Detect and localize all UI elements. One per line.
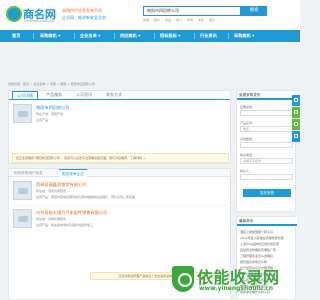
news-list-item[interactable]: 2021年度小区物业管理收费标准 (240, 236, 295, 240)
related-company-location: 所在地：河南省南阳市 (36, 189, 67, 193)
watermark: 依能收录网 www.yinengshoulu.cn (172, 262, 300, 300)
nav-item-news[interactable]: 行业资讯 (200, 30, 217, 42)
company-logo-image (13, 104, 32, 123)
hot-link[interactable]: 营销 (143, 18, 149, 22)
tab-related-competitors[interactable]: 相关竞争企业 (59, 169, 87, 177)
search-input[interactable]: 南阳市四回转公司 (143, 6, 241, 16)
logo-icon[interactable] (6, 6, 22, 22)
nav-item-supply[interactable]: 供应商机 ▾ (120, 30, 140, 42)
purchase-form-title: 免费采购发布 (237, 91, 297, 100)
news-list-title: 最新资讯 (237, 217, 297, 226)
nav-divider (33, 33, 34, 39)
related-company-products: 主营产品：机车各类零件及铺外线配件加工 (36, 223, 94, 227)
related-company-products: 主营产品：南阳市西峡县钢带类及钢材等各种商品销售，预计达到三家店铺 (36, 195, 136, 199)
back-to-top-icon[interactable] (292, 131, 300, 142)
related-company-name[interactable]: 内乡县裕丰通力汽车配件销售有限公司 (36, 210, 107, 216)
quantity-input[interactable] (240, 142, 293, 148)
tab-products[interactable]: 产品服务 (42, 91, 66, 99)
chat-icon[interactable] (292, 107, 300, 118)
share-icon[interactable] (292, 95, 300, 106)
phone-icon[interactable] (292, 119, 300, 130)
nav-item-bidding[interactable]: 招标投标 ▾ (160, 30, 180, 42)
logo-subtitle: SHANGMINGWANG.COM (24, 20, 55, 23)
row-divider (13, 205, 227, 206)
nav-item-purchase-2[interactable]: 采购商机 ▾ (234, 30, 254, 42)
hot-link[interactable]: 商品 (165, 18, 171, 22)
company-products: 主营产品： (36, 118, 52, 122)
nav-divider (114, 33, 115, 39)
main-nav: 首页 采购商机 ▾ 企业名单 ▾ 供应商机 ▾ 招标投标 ▾ 行业资讯 采购商机… (0, 30, 300, 42)
news-list-item[interactable]: 酒店火锅加盟哪个牌子好 (240, 230, 295, 234)
company-name[interactable]: 南阳市四回转公司 (36, 105, 70, 111)
nav-item-purchase[interactable]: 采购商机 ▾ (40, 30, 60, 42)
nav-divider (228, 33, 229, 39)
slogan-line-1: 采购供产信息发布平台 (62, 8, 102, 13)
nav-divider (74, 33, 75, 39)
tab-contact[interactable]: 联系方式 (102, 91, 126, 99)
hot-link[interactable]: 提示 (209, 18, 215, 22)
product-input[interactable] (240, 110, 293, 116)
hot-links: 营销 报价 商品 收公 市场 搜索 提示 (143, 18, 219, 22)
watermark-url: www.yinengshoulu.cn (199, 285, 274, 292)
nav-divider (154, 33, 155, 39)
company-card: 公司详情 产品服务 公司资讯 联系方式 南阳市四回转公司 所在产地：南阳产地 主… (8, 90, 231, 164)
shield-icon (172, 266, 194, 292)
hot-link[interactable]: 搜索 (198, 18, 204, 22)
submit-purchase-button[interactable]: 发布采购 (243, 189, 291, 197)
slogan-line-2: 企业网、推进新安全业务 (62, 15, 106, 20)
hot-link[interactable]: 报价 (154, 18, 160, 22)
floating-toolbar (292, 95, 300, 155)
breadcrumb: 当前位置：首页 > 企业名单 > 河南 > 南阳 > 南阳市四回转公司 (8, 82, 95, 86)
company-tabs: 公司详情 产品服务 公司资讯 联系方式 (9, 91, 230, 100)
company-thumb (13, 181, 32, 200)
company-thumb (13, 209, 32, 228)
tab-company-news[interactable]: 公司资讯 (72, 91, 96, 99)
news-list-item[interactable]: 工程管理专业怎么发展好 (240, 254, 295, 258)
related-company-name[interactable]: 西峡县福鑫凯物贸有限公司 (36, 182, 86, 188)
nav-item-companies[interactable]: 企业名单 ▾ (80, 30, 100, 42)
form-label: 联系电话： (240, 153, 256, 157)
search-button[interactable]: 搜索 (241, 6, 267, 16)
nav-item-home[interactable]: 首页 (12, 30, 20, 42)
company-location: 所在产地：南阳产地 (36, 112, 64, 116)
company-notice[interactable]: 您正在查看的“南阳市四回转公司”，您还可以点击平台查看这些页面，我们为您推荐，了… (12, 153, 229, 163)
site-header: 商名网 SHANGMINGWANG.COM 采购供产信息发布平台 企业网、推进新… (0, 0, 300, 30)
form-label: 采购数量： (240, 137, 256, 141)
related-tabs: 相关采购用户信息 相关竞争企业 (9, 169, 230, 177)
product-name-input[interactable]: 地区： (240, 126, 293, 132)
purchase-form-card: 免费采购发布 您要采购： 产品名称： 地区： 采购数量： 联系电话： 请填写手机… (236, 90, 297, 212)
nav-divider (194, 33, 195, 39)
phone-input[interactable]: 请填写手机号 (240, 158, 293, 164)
contact-input[interactable] (240, 174, 293, 180)
tab-company-detail[interactable]: 公司详情 (12, 91, 38, 99)
form-label: 您要采购： (240, 105, 256, 109)
hot-link[interactable]: 市场 (187, 18, 193, 22)
hot-link[interactable]: 收公 (176, 18, 182, 22)
form-label: 产品名称： (240, 121, 256, 125)
news-list-item[interactable]: 自动挤出吹塑机有哪些厂家 (240, 248, 295, 252)
news-list-item[interactable]: 上海什么品牌的空调比较实惠 (240, 242, 295, 246)
form-label: 联系人： (240, 169, 253, 173)
tab-related-buyers[interactable]: 相关采购用户信息 (11, 169, 46, 177)
related-company-location: 所在地：河南省南阳市 (36, 217, 67, 221)
